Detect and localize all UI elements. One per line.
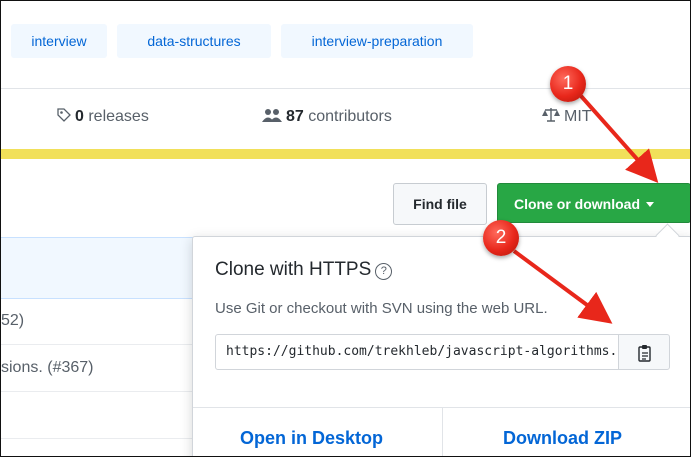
- step-2-badge: 2: [483, 220, 519, 256]
- repo-page: interview data-structures interview-prep…: [0, 0, 691, 457]
- step-1-badge: 1: [550, 66, 586, 102]
- arrow-to-clone-button: [579, 94, 659, 183]
- annotation-arrows: [512, 94, 659, 324]
- arrow-to-copy-button: [512, 249, 613, 324]
